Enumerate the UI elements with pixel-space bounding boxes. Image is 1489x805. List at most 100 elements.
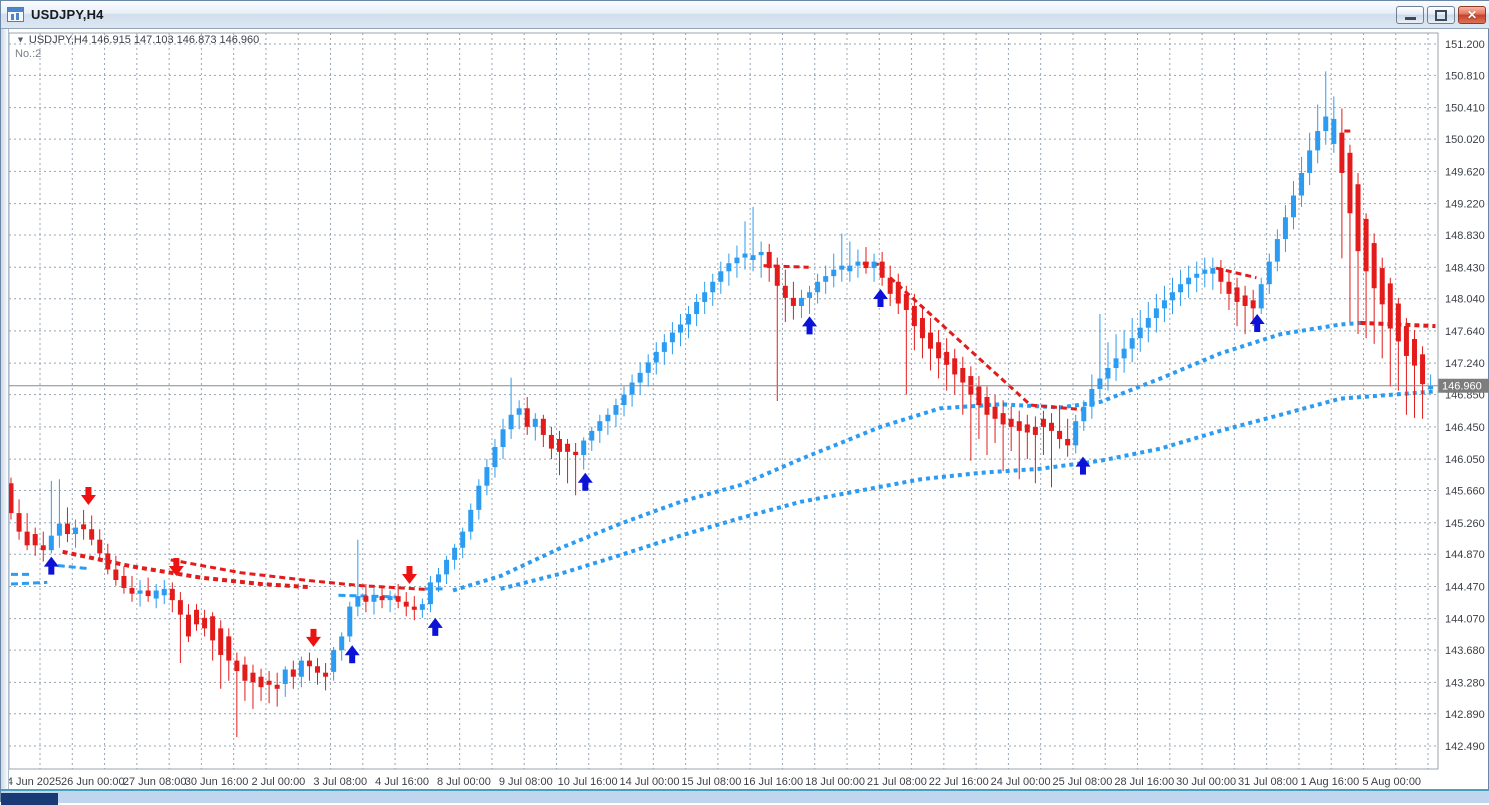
candle-body <box>646 362 651 372</box>
svg-text:1 Aug 16:00: 1 Aug 16:00 <box>1300 776 1359 788</box>
svg-text:8 Jul 00:00: 8 Jul 00:00 <box>437 776 491 788</box>
svg-text:28 Jul 16:00: 28 Jul 16:00 <box>1114 776 1174 788</box>
title-bar[interactable]: USDJPY,H4 ✕ <box>1 1 1489 29</box>
chart-window-icon <box>7 7 24 22</box>
candle-body <box>1380 268 1385 304</box>
candle-body <box>17 513 22 532</box>
candle-body <box>823 276 828 282</box>
candle-body <box>944 352 949 365</box>
svg-text:151.200: 151.200 <box>1445 39 1485 51</box>
svg-text:10 Jul 16:00: 10 Jul 16:00 <box>558 776 618 788</box>
candle-body <box>976 387 981 406</box>
candle-body <box>613 405 618 415</box>
chart-canvas[interactable]: 151.200150.810150.410150.020149.620149.2… <box>1 29 1489 789</box>
minimize-button[interactable] <box>1396 6 1424 24</box>
candle-body <box>388 596 393 600</box>
symbol-dropdown-icon: ▼ <box>16 35 25 45</box>
candle-body <box>686 314 691 324</box>
svg-text:9 Jul 08:00: 9 Jul 08:00 <box>499 776 553 788</box>
candle-body <box>952 358 957 374</box>
candle-body <box>363 596 368 602</box>
candle-body <box>1291 196 1296 218</box>
candle-body <box>323 673 328 677</box>
candle-body <box>339 636 344 650</box>
svg-text:30 Jul 00:00: 30 Jul 00:00 <box>1176 776 1236 788</box>
candle-body <box>73 528 78 534</box>
candle-body <box>25 532 30 546</box>
candle-body <box>501 429 506 447</box>
candle-body <box>1170 292 1175 300</box>
svg-text:150.810: 150.810 <box>1445 70 1485 82</box>
candle-body <box>1081 407 1086 422</box>
candle-body <box>1267 262 1272 285</box>
candle-body <box>371 596 376 602</box>
svg-text:30 Jun 16:00: 30 Jun 16:00 <box>185 776 249 788</box>
svg-text:4 Jul 16:00: 4 Jul 16:00 <box>375 776 429 788</box>
candle-body <box>1412 339 1417 366</box>
candle-body <box>1331 119 1336 144</box>
candle-body <box>1251 300 1256 308</box>
svg-text:148.430: 148.430 <box>1445 262 1485 274</box>
candle-body <box>718 271 723 281</box>
svg-text:144.070: 144.070 <box>1445 614 1485 626</box>
svg-text:2 Jul 00:00: 2 Jul 00:00 <box>251 776 305 788</box>
candle-body <box>299 661 304 677</box>
candle-body <box>468 510 473 532</box>
chart-header: ▼USDJPY,H4 146.915 147.103 146.873 146.9… <box>15 34 259 46</box>
candle-body <box>89 529 94 539</box>
candle-body <box>331 650 336 672</box>
candle-body <box>1097 378 1102 388</box>
candle-body <box>105 553 110 569</box>
svg-text:143.280: 143.280 <box>1445 677 1485 689</box>
svg-text:143.680: 143.680 <box>1445 645 1485 657</box>
svg-text:149.220: 149.220 <box>1445 199 1485 211</box>
candle-body <box>484 467 489 486</box>
candle-body <box>242 665 247 681</box>
candle-body <box>1388 283 1393 328</box>
candle-body <box>1009 419 1014 427</box>
candle-body <box>710 282 715 292</box>
candle-body <box>1283 217 1288 239</box>
candle-body <box>1315 131 1320 150</box>
candle-body <box>549 435 554 449</box>
x-axis-labels: 24 Jun 202526 Jun 00:0027 Jun 08:0030 Ju… <box>1 776 1421 788</box>
candle-body <box>775 266 780 286</box>
restore-button[interactable] <box>1427 6 1455 24</box>
candle-body <box>855 262 860 266</box>
candle-body <box>1122 349 1127 359</box>
candle-body <box>154 590 159 598</box>
mt4-chart-window: { "window": { "title": "USDJPY,H4", "but… <box>0 0 1489 802</box>
candle-body <box>1001 413 1006 424</box>
candle-body <box>702 292 707 302</box>
candle-body <box>815 282 820 292</box>
candle-body <box>678 324 683 332</box>
candle-body <box>121 576 126 588</box>
candle-body <box>912 306 917 326</box>
y-axis-labels: 151.200150.810150.410150.020149.620149.2… <box>1445 39 1485 753</box>
svg-text:142.490: 142.490 <box>1445 741 1485 753</box>
candle-body <box>872 262 877 268</box>
candle-body <box>605 415 610 421</box>
svg-text:25 Jul 08:00: 25 Jul 08:00 <box>1052 776 1112 788</box>
candle-body <box>1089 389 1094 407</box>
svg-text:149.620: 149.620 <box>1445 166 1485 178</box>
candle-body <box>630 383 635 395</box>
candle-body <box>194 610 199 625</box>
svg-text:5 Aug 00:00: 5 Aug 00:00 <box>1362 776 1421 788</box>
minimize-icon <box>1405 17 1416 20</box>
candle-body <box>138 590 143 593</box>
svg-text:147.640: 147.640 <box>1445 326 1485 338</box>
candle-body <box>436 574 441 582</box>
svg-text:144.870: 144.870 <box>1445 549 1485 561</box>
candle-body <box>807 292 812 298</box>
candle-body <box>509 415 514 430</box>
close-button[interactable]: ✕ <box>1458 6 1486 24</box>
svg-text:146.960: 146.960 <box>1442 381 1482 393</box>
svg-text:150.020: 150.020 <box>1445 134 1485 146</box>
candle-body <box>1307 150 1312 173</box>
candle-body <box>831 270 836 276</box>
candle-body <box>420 604 425 610</box>
candle-body <box>847 266 852 272</box>
candle-body <box>259 677 264 687</box>
candle-body <box>565 444 570 452</box>
